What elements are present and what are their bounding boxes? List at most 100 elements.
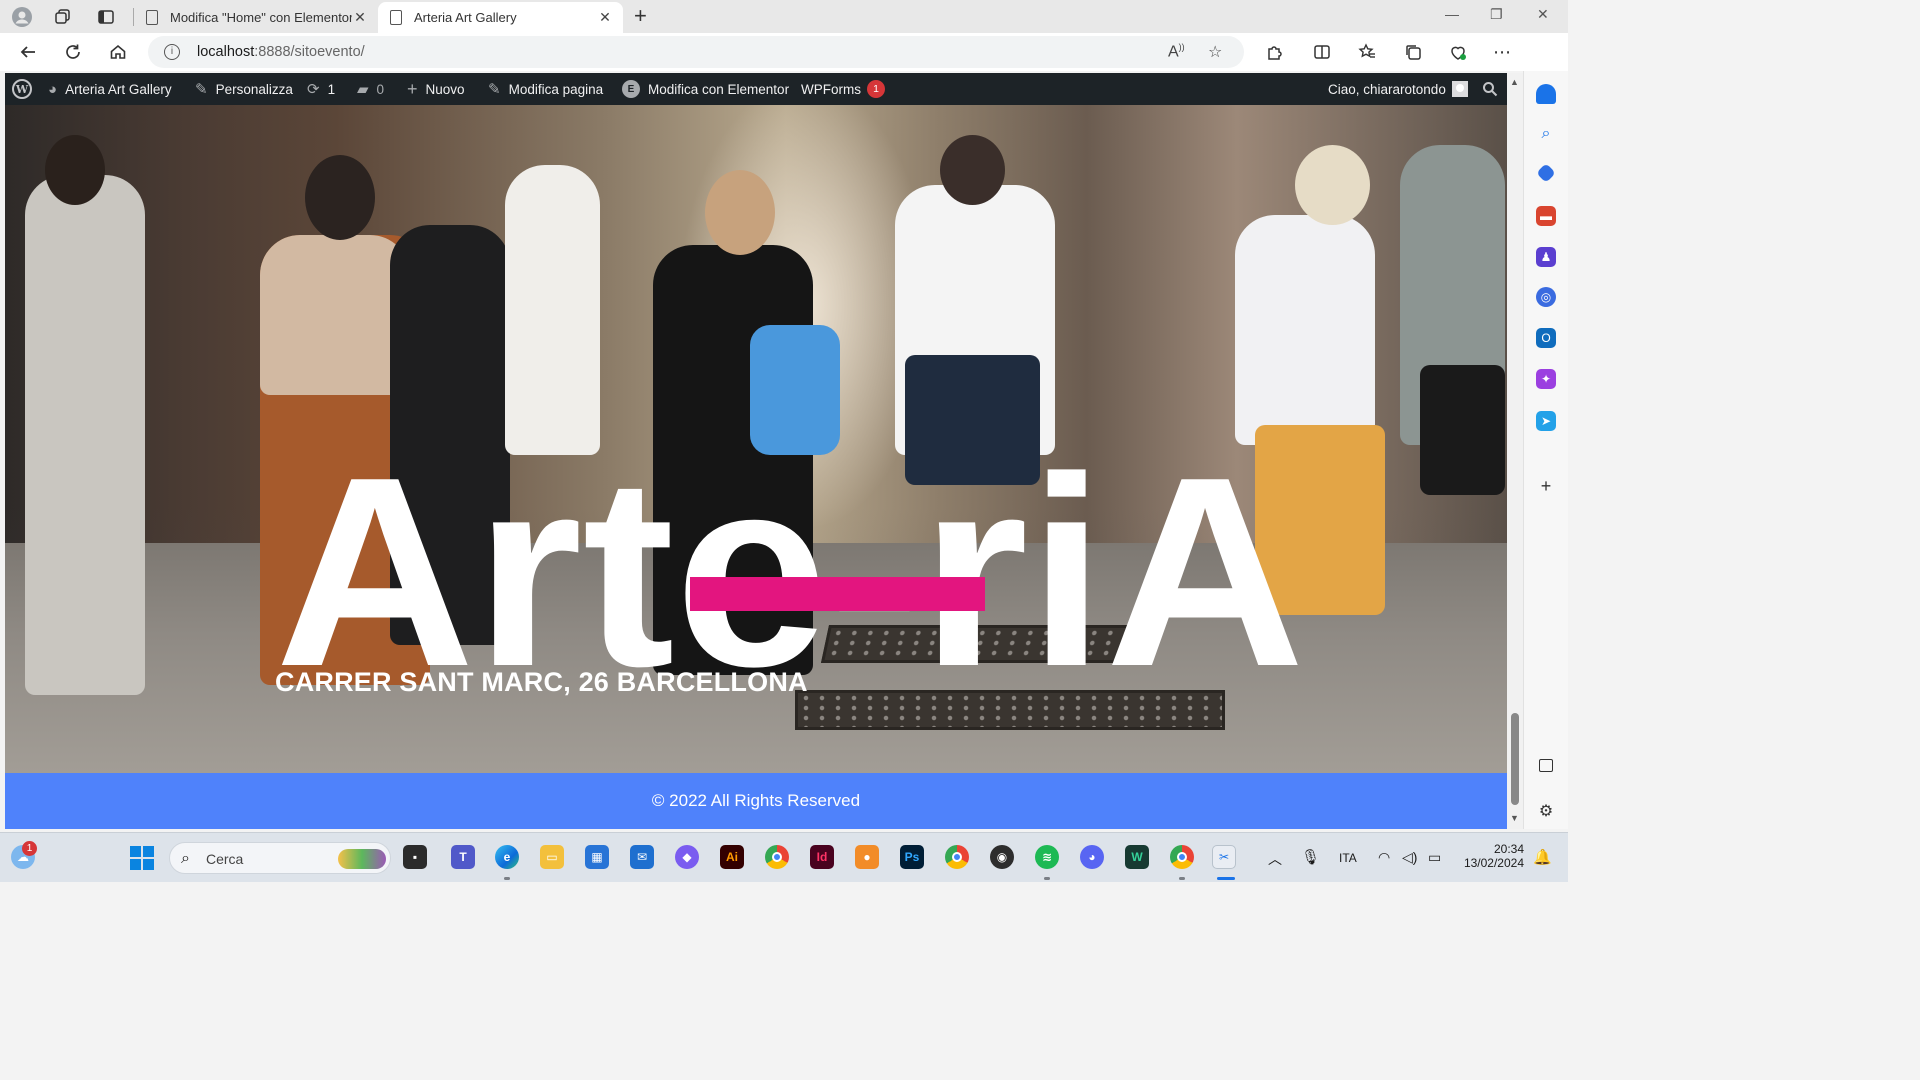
windows-taskbar: ☁ 1 ⌕ Cerca ▪ T e ▭ ▦ ✉ ◆ Ai Id ● Ps ◉ ≋… (0, 832, 1568, 882)
split-screen-icon[interactable] (1310, 40, 1334, 64)
snipping-tool-icon[interactable]: ✂ (1212, 845, 1236, 869)
shopping-tag-icon[interactable] (1536, 163, 1556, 183)
restore-button[interactable]: ❐ (1490, 6, 1503, 23)
figure-head (705, 170, 775, 255)
illustrator-icon[interactable]: Ai (720, 845, 744, 869)
admin-new[interactable]: + Nuovo (407, 73, 465, 105)
designer-icon[interactable]: ✦ (1536, 369, 1556, 389)
language-indicator[interactable]: ITA (1339, 851, 1357, 865)
window-close-button[interactable]: ✕ (1537, 6, 1549, 23)
photoshop-icon[interactable]: Ps (900, 845, 924, 869)
microphone-muted-icon[interactable]: 🎙 (1301, 848, 1320, 866)
wordpress-logo-icon[interactable]: W (12, 73, 32, 105)
address-bar[interactable]: i localhost:8888/sitoevento/ A)) ☆ (148, 36, 1244, 68)
copilot-app-icon[interactable]: ◆ (675, 845, 699, 869)
profile-icon[interactable] (11, 6, 33, 28)
indesign-icon[interactable]: Id (810, 845, 834, 869)
minimize-button[interactable]: — (1445, 6, 1459, 22)
refresh-icon[interactable] (61, 40, 85, 64)
hide-sidebar-icon[interactable] (1539, 759, 1553, 772)
terminal-app-icon[interactable]: W (1125, 845, 1149, 869)
file-explorer-icon[interactable]: ▭ (540, 845, 564, 869)
scroll-up-icon[interactable]: ▲ (1510, 77, 1519, 87)
favorite-star-icon[interactable]: ☆ (1208, 42, 1222, 62)
admin-customize[interactable]: ✎ Personalizza (195, 73, 293, 105)
admin-wpforms[interactable]: WPForms 1 (801, 73, 885, 105)
tab-elementor-editor[interactable]: Modifica "Home" con Elementor ✕ (134, 2, 378, 33)
home-icon[interactable] (106, 40, 130, 64)
street-grate (795, 690, 1225, 730)
chrome-icon[interactable] (765, 845, 789, 869)
task-view-icon[interactable]: ▪ (403, 845, 427, 869)
wifi-icon[interactable]: ◠ (1378, 849, 1390, 866)
outlook-icon[interactable]: O (1536, 328, 1556, 348)
spotify-icon[interactable]: ≋ (1035, 845, 1059, 869)
back-arrow-icon[interactable] (16, 40, 40, 64)
admin-edit-elementor[interactable]: E Modifica con Elementor (622, 73, 789, 105)
chrome-profile-icon[interactable] (945, 845, 969, 869)
updates-count: 1 (327, 81, 336, 97)
admin-search-icon[interactable] (1482, 73, 1498, 105)
search-placeholder: Cerca (206, 851, 244, 867)
collections-icon[interactable] (1401, 40, 1425, 64)
games-icon[interactable]: ♟ (1536, 247, 1556, 267)
browser-essentials-icon[interactable] (1446, 40, 1470, 64)
media-player-icon[interactable]: ● (855, 845, 879, 869)
admin-comments[interactable]: ▰ 0 (357, 73, 384, 105)
close-icon[interactable]: ✕ (597, 9, 613, 26)
extensions-icon[interactable] (1262, 40, 1286, 64)
page-scrollbar[interactable]: ▲ ▼ (1507, 73, 1523, 829)
battery-icon[interactable]: ▭ (1428, 849, 1441, 866)
settings-gear-icon[interactable]: ⚙ (1536, 801, 1556, 821)
dashboard-gauge-icon: ◕ (48, 80, 58, 98)
github-icon[interactable]: ◉ (990, 845, 1014, 869)
discord-icon[interactable]: ◕ (1080, 845, 1104, 869)
customize-label: Personalizza (215, 81, 293, 97)
notification-bell-icon[interactable] (1536, 84, 1556, 104)
scrollbar-thumb[interactable] (1511, 713, 1519, 805)
add-sidebar-app-icon[interactable]: + (1536, 476, 1556, 496)
tools-briefcase-icon[interactable]: ▬ (1536, 206, 1556, 226)
mail-icon[interactable]: ✉ (630, 845, 654, 869)
tray-chevron-icon[interactable]: ︿ (1268, 849, 1282, 869)
microsoft-365-icon[interactable]: ◎ (1536, 287, 1556, 307)
logo-text: Arte-riA (275, 430, 1305, 690)
site-info-icon[interactable]: i (164, 44, 180, 60)
edge-browser-icon[interactable]: e (495, 845, 519, 869)
search-icon[interactable]: ⌕ (1536, 124, 1556, 144)
greeting-label: Ciao, chiararotondo (1328, 81, 1446, 97)
volume-icon[interactable]: ◁) (1402, 849, 1417, 866)
more-options-icon[interactable]: ⋯ (1490, 40, 1514, 64)
favorites-icon[interactable] (1355, 40, 1379, 64)
close-icon[interactable]: ✕ (352, 9, 368, 26)
figure-silhouette (260, 235, 410, 395)
tab-arteria-gallery[interactable]: Arteria Art Gallery ✕ (378, 2, 623, 33)
plus-icon: + (407, 78, 418, 99)
clock[interactable]: 20:34 13/02/2024 (1458, 842, 1524, 870)
teams-icon[interactable]: T (451, 845, 475, 869)
notification-center-icon[interactable]: 🔔 (1533, 848, 1552, 866)
scroll-down-icon[interactable]: ▼ (1510, 813, 1519, 823)
url-host: localhost (197, 44, 255, 60)
new-tab-button[interactable]: + (634, 4, 647, 28)
windows-start-icon[interactable] (130, 846, 154, 870)
admin-site-name[interactable]: ◕ Arteria Art Gallery (48, 73, 172, 105)
admin-updates[interactable]: ⟳ 1 (307, 73, 335, 105)
pencil-icon: ✎ (488, 81, 501, 98)
microsoft-store-icon[interactable]: ▦ (585, 845, 609, 869)
page-icon (146, 10, 158, 25)
taskbar-search[interactable]: ⌕ Cerca (169, 842, 391, 874)
drop-send-icon[interactable]: ➤ (1536, 411, 1556, 431)
admin-account[interactable]: Ciao, chiararotondo (1328, 73, 1468, 105)
new-label: Nuovo (425, 81, 465, 97)
tab-actions-icon[interactable] (95, 6, 117, 28)
admin-edit-page[interactable]: ✎ Modifica pagina (488, 73, 603, 105)
figure-silhouette (1235, 215, 1375, 445)
read-aloud-icon[interactable]: A)) (1168, 42, 1185, 61)
browser-tab-strip: Modifica "Home" con Elementor ✕ Arteria … (0, 0, 1568, 33)
figure-head (940, 135, 1005, 205)
address-url[interactable]: localhost:8888/sitoevento/ (197, 44, 365, 60)
workspaces-icon[interactable] (52, 6, 74, 28)
chrome-user-icon[interactable] (1170, 845, 1194, 869)
running-indicator (504, 877, 510, 880)
